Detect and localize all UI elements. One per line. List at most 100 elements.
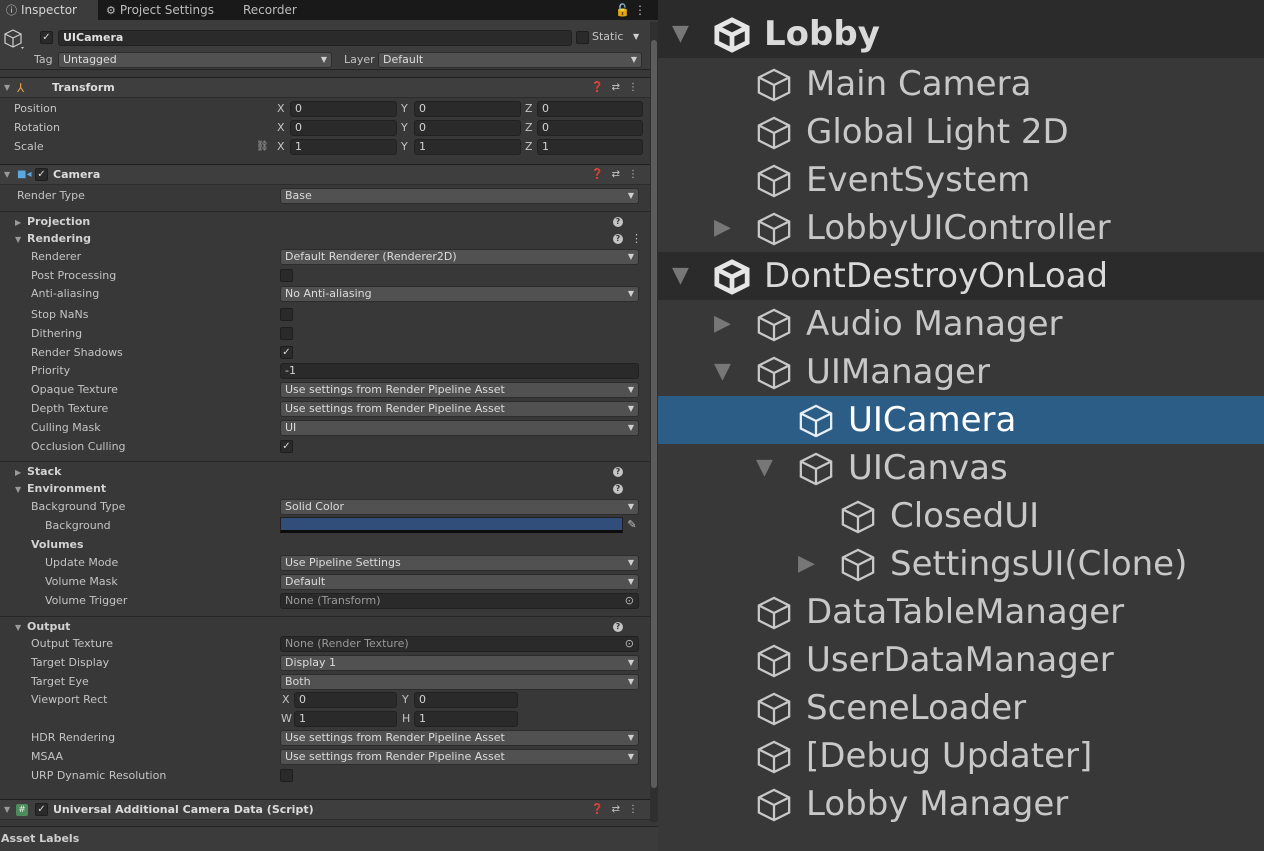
help-icon[interactable]: ❓ bbox=[591, 82, 603, 93]
scale-x-field[interactable]: 1 bbox=[290, 139, 397, 155]
gameobject-name-input[interactable]: UICamera bbox=[58, 30, 572, 46]
eyedropper-icon[interactable]: ✎ bbox=[624, 517, 640, 533]
collapse-arrow-icon[interactable]: ▼ bbox=[756, 444, 773, 492]
opaque-texture-dropdown[interactable]: Use settings from Render Pipeline Asset ▼ bbox=[280, 382, 639, 398]
constrain-proportions-icon[interactable]: ⛓ bbox=[256, 138, 269, 156]
position-x-field[interactable]: 0 bbox=[290, 101, 397, 117]
hierarchy-row[interactable]: EventSystem bbox=[658, 156, 1264, 204]
rendering-foldout[interactable]: ▼ Rendering bbox=[0, 230, 650, 247]
active-checkbox[interactable]: ✓ bbox=[40, 31, 53, 44]
layer-dropdown[interactable]: Default ▼ bbox=[378, 52, 642, 68]
help-icon[interactable]: ? bbox=[613, 622, 623, 632]
hierarchy-row[interactable]: Lobby Manager bbox=[658, 780, 1264, 828]
expand-arrow-icon[interactable]: ▶ bbox=[714, 300, 731, 348]
asset-labels-bar[interactable]: Asset Labels bbox=[0, 826, 658, 851]
transform-component-header[interactable]: ▼ ⅄ Transform ❓ ⇄ ⋮ bbox=[0, 77, 650, 98]
target-eye-dropdown[interactable]: Both ▼ bbox=[280, 674, 639, 690]
urp-dynamic-resolution-checkbox[interactable] bbox=[280, 769, 293, 782]
output-foldout[interactable]: ▼ Output bbox=[0, 618, 650, 635]
renderer-dropdown[interactable]: Default Renderer (Renderer2D) ▼ bbox=[280, 249, 639, 265]
target-display-dropdown[interactable]: Display 1 ▼ bbox=[280, 655, 639, 671]
additional-data-enabled-checkbox[interactable]: ✓ bbox=[35, 803, 48, 816]
hierarchy-row[interactable]: ▶ SettingsUI(Clone) bbox=[658, 540, 1264, 588]
update-mode-dropdown[interactable]: Use Pipeline Settings ▼ bbox=[280, 555, 639, 571]
axis-z-label[interactable]: Z bbox=[525, 100, 533, 118]
volume-trigger-field[interactable]: None (Transform) ⊙ bbox=[280, 593, 639, 609]
render-type-dropdown[interactable]: Base ▼ bbox=[280, 188, 639, 204]
environment-foldout[interactable]: ▼ Environment bbox=[0, 480, 650, 497]
help-icon[interactable]: ? bbox=[613, 234, 623, 244]
inspector-scrollbar[interactable] bbox=[650, 22, 658, 822]
lock-icon[interactable]: 🔓 bbox=[615, 3, 634, 17]
anti-aliasing-dropdown[interactable]: No Anti-aliasing ▼ bbox=[280, 286, 639, 302]
hierarchy-row[interactable]: SceneLoader bbox=[658, 684, 1264, 732]
rotation-z-field[interactable]: 0 bbox=[537, 120, 643, 136]
tab-project-settings[interactable]: ⚙ Project Settings bbox=[106, 0, 226, 20]
culling-mask-dropdown[interactable]: UI ▼ bbox=[280, 420, 639, 436]
hierarchy-row[interactable]: DataTableManager bbox=[658, 588, 1264, 636]
viewport-y-field[interactable]: 0 bbox=[414, 692, 518, 708]
volume-mask-dropdown[interactable]: Default ▼ bbox=[280, 574, 639, 590]
axis-z-label[interactable]: Z bbox=[525, 119, 533, 137]
component-menu-icon[interactable]: ⋮ bbox=[628, 82, 638, 93]
viewport-x-field[interactable]: 0 bbox=[294, 692, 397, 708]
scale-z-field[interactable]: 1 bbox=[537, 139, 643, 155]
axis-y-label[interactable]: Y bbox=[402, 691, 409, 709]
collapse-arrow-icon[interactable]: ▼ bbox=[672, 10, 689, 58]
camera-component-header[interactable]: ▼ ■◂ ✓ Camera ❓ ⇄ ⋮ bbox=[0, 164, 650, 185]
depth-texture-dropdown[interactable]: Use settings from Render Pipeline Asset ▼ bbox=[280, 401, 639, 417]
help-icon[interactable]: ? bbox=[613, 467, 623, 477]
background-type-dropdown[interactable]: Solid Color ▼ bbox=[280, 499, 639, 515]
help-icon[interactable]: ❓ bbox=[591, 804, 603, 815]
background-color-field[interactable] bbox=[280, 517, 623, 533]
position-z-field[interactable]: 0 bbox=[537, 101, 643, 117]
hierarchy-row[interactable]: Global Light 2D bbox=[658, 108, 1264, 156]
tab-inspector[interactable]: ⓘ Inspector bbox=[0, 0, 98, 20]
stop-nans-checkbox[interactable] bbox=[280, 308, 293, 321]
axis-x-label[interactable]: X bbox=[277, 100, 285, 118]
tag-dropdown[interactable]: Untagged ▼ bbox=[58, 52, 332, 68]
additional-camera-data-header[interactable]: ▼ # ✓ Universal Additional Camera Data (… bbox=[0, 799, 650, 820]
axis-w-label[interactable]: W bbox=[281, 710, 292, 728]
hierarchy-scene-row[interactable]: ▼ DontDestroyOnLoad bbox=[658, 252, 1264, 300]
help-icon[interactable]: ? bbox=[613, 484, 623, 494]
position-y-field[interactable]: 0 bbox=[414, 101, 521, 117]
preset-icon[interactable]: ⇄ bbox=[612, 169, 620, 180]
priority-field[interactable]: -1 bbox=[280, 363, 639, 379]
expand-arrow-icon[interactable]: ▶ bbox=[798, 540, 815, 588]
preset-icon[interactable]: ⇄ bbox=[612, 82, 620, 93]
expand-arrow-icon[interactable]: ▶ bbox=[714, 204, 731, 252]
component-menu-icon[interactable]: ⋮ bbox=[628, 804, 638, 815]
object-picker-icon[interactable]: ⊙ bbox=[625, 637, 634, 651]
axis-z-label[interactable]: Z bbox=[525, 138, 533, 156]
dithering-checkbox[interactable] bbox=[280, 327, 293, 340]
scale-y-field[interactable]: 1 bbox=[414, 139, 521, 155]
hierarchy-row[interactable]: Main Camera bbox=[658, 60, 1264, 108]
axis-x-label[interactable]: X bbox=[282, 691, 290, 709]
help-icon[interactable]: ❓ bbox=[591, 169, 603, 180]
axis-y-label[interactable]: Y bbox=[401, 119, 408, 137]
stack-foldout[interactable]: ▶ Stack bbox=[0, 463, 650, 480]
occlusion-culling-checkbox[interactable]: ✓ bbox=[280, 440, 293, 453]
hierarchy-row[interactable]: ClosedUI bbox=[658, 492, 1264, 540]
viewport-w-field[interactable]: 1 bbox=[294, 711, 397, 727]
collapse-arrow-icon[interactable]: ▼ bbox=[672, 252, 689, 300]
collapse-arrow-icon[interactable]: ▼ bbox=[714, 348, 731, 396]
axis-y-label[interactable]: Y bbox=[401, 100, 408, 118]
rendering-menu-icon[interactable]: ⋮ bbox=[631, 230, 642, 247]
rotation-x-field[interactable]: 0 bbox=[290, 120, 397, 136]
viewport-h-field[interactable]: 1 bbox=[414, 711, 518, 727]
axis-h-label[interactable]: H bbox=[402, 710, 410, 728]
scrollbar-thumb[interactable] bbox=[651, 40, 657, 788]
axis-x-label[interactable]: X bbox=[277, 119, 285, 137]
hdr-rendering-dropdown[interactable]: Use settings from Render Pipeline Asset ▼ bbox=[280, 730, 639, 746]
static-dropdown-arrow[interactable]: ▼ bbox=[633, 28, 639, 46]
output-texture-field[interactable]: None (Render Texture) ⊙ bbox=[280, 636, 639, 652]
hierarchy-row[interactable]: UserDataManager bbox=[658, 636, 1264, 684]
hierarchy-scene-row[interactable]: ▼ Lobby bbox=[658, 10, 1264, 58]
component-menu-icon[interactable]: ⋮ bbox=[628, 169, 638, 180]
tab-recorder[interactable]: Recorder bbox=[243, 0, 303, 20]
help-icon[interactable]: ? bbox=[613, 217, 623, 227]
render-shadows-checkbox[interactable]: ✓ bbox=[280, 346, 293, 359]
hierarchy-row[interactable]: ▶ Audio Manager bbox=[658, 300, 1264, 348]
